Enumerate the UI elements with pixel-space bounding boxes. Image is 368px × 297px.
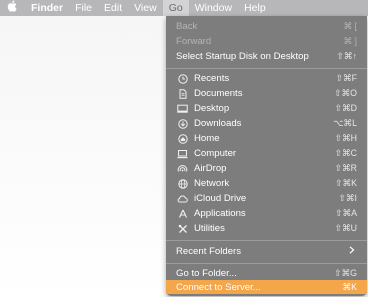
finder-window-background: [0, 16, 166, 297]
document-icon: [177, 88, 188, 99]
menu-item-computer[interactable]: Computer ⇧⌘C: [166, 146, 367, 161]
menu-shortcut: ⇧⌘R: [334, 163, 357, 173]
menu-shortcut: ⌘K: [342, 281, 357, 292]
menu-shortcut: ⇧⌘F: [335, 73, 357, 83]
menu-item-label: Computer: [194, 148, 237, 159]
menu-item-icloud-drive[interactable]: iCloud Drive ⇧⌘I: [166, 191, 367, 206]
menu-item-label: Forward: [176, 36, 212, 47]
menu-item-label: AirDrop: [194, 163, 227, 174]
computer-icon: [177, 148, 188, 159]
chevron-right-icon: [349, 246, 355, 257]
menu-item-label: Utilities: [194, 223, 225, 234]
menu-item-back[interactable]: Back ⌘ [: [166, 19, 367, 34]
airdrop-icon: [177, 163, 188, 174]
menubar-finder[interactable]: Finder: [25, 0, 69, 16]
download-icon: [177, 118, 188, 129]
menu-item-go-to-folder[interactable]: Go to Folder... ⇧⌘G: [166, 266, 367, 281]
menubar-help[interactable]: Help: [238, 0, 272, 16]
menu-shortcut: ⇧⌘C: [334, 148, 357, 158]
menu-item-recents[interactable]: Recents ⇧⌘F: [166, 71, 367, 86]
menu-shortcut: ⌥⌘L: [333, 118, 357, 128]
menu-bar: Finder File Edit View Go Window Help: [0, 0, 368, 16]
menubar-file[interactable]: File: [69, 0, 98, 16]
menu-item-connect-to-server[interactable]: Connect to Server... ⌘K: [166, 280, 367, 294]
menu-item-documents[interactable]: Documents ⇧⌘O: [166, 86, 367, 101]
menu-item-label: Network: [194, 178, 230, 189]
go-menu: Back ⌘ [ Forward ⌘ ] Select Startup Disk…: [166, 16, 367, 296]
menu-item-downloads[interactable]: Downloads ⌥⌘L: [166, 116, 367, 131]
menu-item-label: Home: [194, 133, 220, 144]
menu-shortcut: ⌘ ]: [343, 36, 357, 46]
menu-item-home[interactable]: Home ⇧⌘H: [166, 131, 367, 146]
menu-item-recent-folders[interactable]: Recent Folders: [166, 244, 367, 259]
menubar-window[interactable]: Window: [189, 0, 238, 16]
desktop-area: [0, 16, 166, 297]
menu-shortcut: ⌘ [: [343, 21, 357, 31]
network-icon: [177, 178, 188, 189]
menu-shortcut: ⇧⌘O: [333, 88, 357, 98]
apple-menu-icon[interactable]: [0, 0, 25, 16]
menu-item-select-startup-disk[interactable]: Select Startup Disk on Desktop ⇧⌘↑: [166, 49, 367, 64]
menu-item-label: Applications: [194, 208, 246, 219]
menu-item-label: Go to Folder...: [176, 268, 237, 279]
menu-item-airdrop[interactable]: AirDrop ⇧⌘R: [166, 161, 367, 176]
home-icon: [177, 133, 188, 144]
menu-shortcut: ⇧⌘A: [334, 208, 357, 218]
menu-item-desktop[interactable]: Desktop ⇧⌘D: [166, 101, 367, 116]
menu-separator: [166, 68, 367, 69]
menu-separator: [166, 240, 367, 241]
menu-separator: [166, 263, 367, 264]
menu-shortcut: ⇧⌘H: [334, 133, 357, 143]
menu-item-forward[interactable]: Forward ⌘ ]: [166, 34, 367, 49]
utilities-icon: [177, 223, 188, 234]
menu-shortcut: ⇧⌘I: [338, 193, 357, 203]
menu-shortcut: ⇧⌘G: [333, 268, 357, 278]
menu-item-label: Documents: [194, 88, 243, 99]
menu-shortcut: ⇧⌘U: [334, 223, 357, 233]
menu-item-utilities[interactable]: Utilities ⇧⌘U: [166, 221, 367, 236]
menu-item-label: Connect to Server...: [176, 281, 261, 293]
menu-item-network[interactable]: Network ⇧⌘K: [166, 176, 367, 191]
cloud-icon: [177, 193, 188, 204]
menubar-go[interactable]: Go: [162, 0, 189, 16]
menubar-view[interactable]: View: [128, 0, 163, 16]
desktop-icon: [177, 103, 188, 114]
menu-item-label: Downloads: [194, 118, 242, 129]
menu-item-applications[interactable]: Applications ⇧⌘A: [166, 206, 367, 221]
menu-item-label: Recent Folders: [176, 246, 242, 257]
clock-icon: [177, 73, 188, 84]
applications-icon: [177, 208, 188, 219]
menubar-edit[interactable]: Edit: [98, 0, 128, 16]
menu-shortcut: ⇧⌘↑: [336, 51, 357, 61]
menu-item-label: Back: [176, 21, 198, 32]
menu-item-label: iCloud Drive: [194, 193, 247, 204]
menu-item-label: Desktop: [194, 103, 230, 114]
menu-item-label: Select Startup Disk on Desktop: [176, 51, 309, 62]
menu-shortcut: ⇧⌘K: [334, 178, 357, 188]
menu-shortcut: ⇧⌘D: [334, 103, 357, 113]
menu-item-label: Recents: [194, 73, 230, 84]
